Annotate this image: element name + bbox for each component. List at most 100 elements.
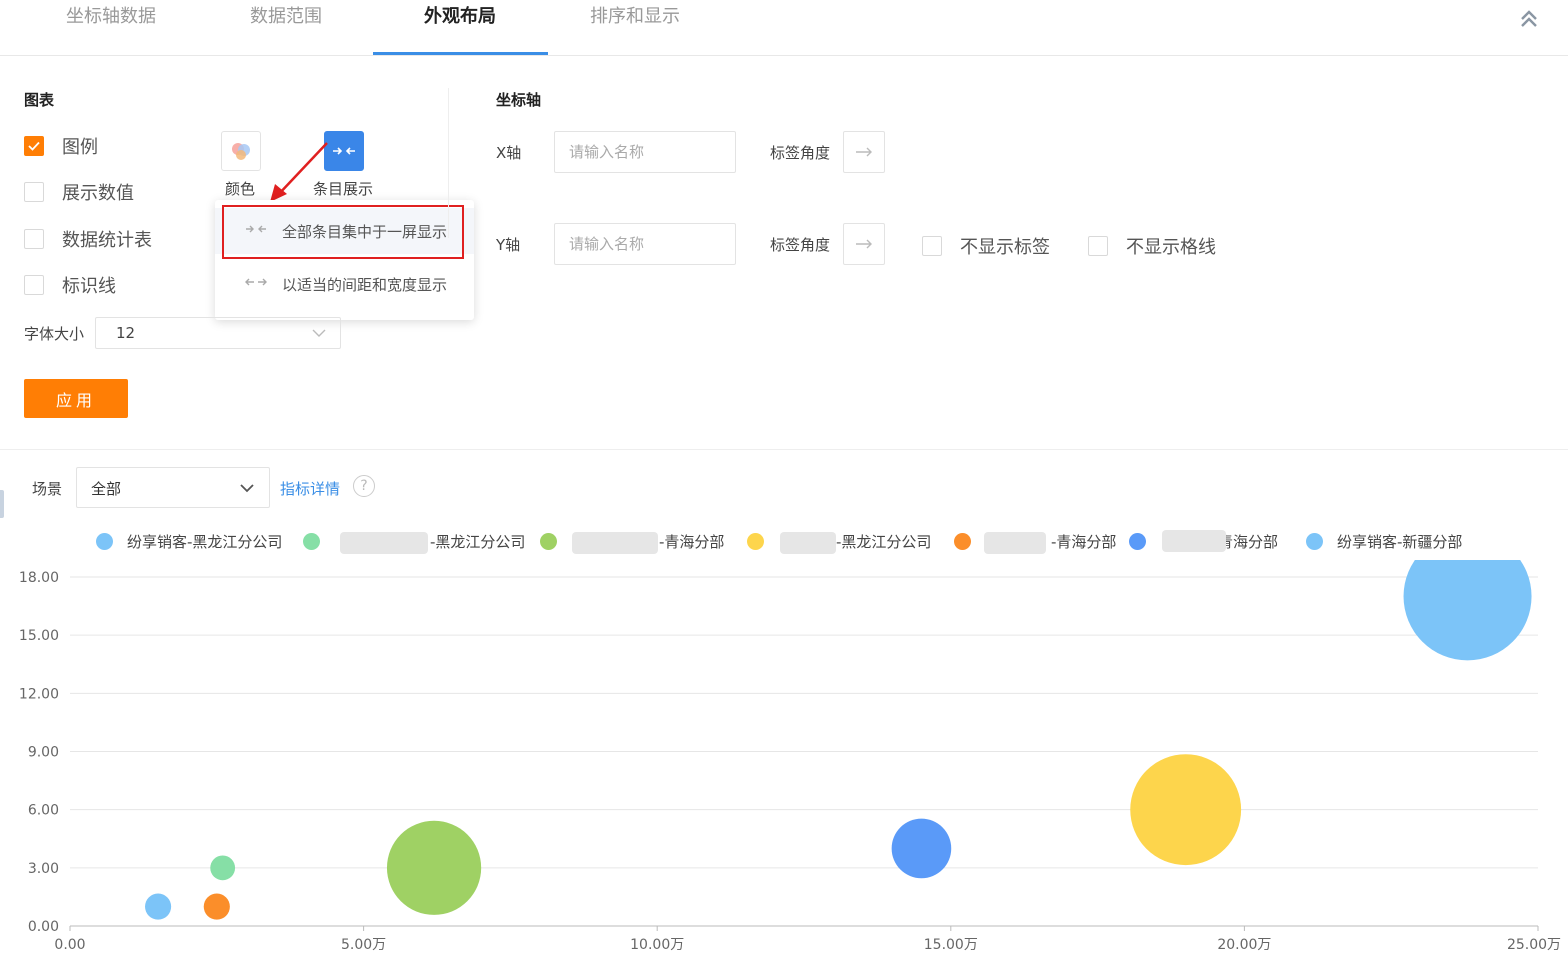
- legend-dot: [96, 533, 113, 550]
- legend-text: 青海分部: [1218, 533, 1279, 551]
- redacted-block: [340, 532, 428, 554]
- redacted-block: [780, 532, 836, 554]
- scene-select[interactable]: 全部: [76, 467, 270, 508]
- tab-sort-display[interactable]: 排序和显示: [590, 2, 680, 28]
- hide-labels-label: 不显示标签: [960, 237, 1050, 258]
- font-size-label: 字体大小: [24, 325, 85, 343]
- show-values-checkbox[interactable]: [24, 182, 44, 202]
- arrow-right-icon: [856, 239, 872, 249]
- metric-details-link[interactable]: 指标详情: [280, 478, 340, 499]
- entry-display-dropdown: 全部条目集中于一屏显示 以适当的间距和宽度显示: [215, 200, 474, 320]
- x-label-angle-label: 标签角度: [770, 144, 831, 162]
- data-stats-table-label: 数据统计表: [62, 230, 152, 251]
- legend-dot: [540, 533, 557, 550]
- y-axis-label: Y轴: [496, 236, 521, 254]
- legend-option-label: 图例: [62, 137, 98, 158]
- dropdown-item-all-one-screen[interactable]: 全部条目集中于一屏显示: [215, 208, 474, 254]
- expand-arrows-icon: [245, 278, 267, 286]
- compress-arrows-icon: [333, 147, 355, 155]
- y-tick-label: 15.00: [19, 628, 59, 644]
- color-palette-icon: [232, 143, 250, 160]
- bubble-chart: 0.00 3.00 6.00 9.00 12.00 15.00 18.00 0.00 5.00万…: [19, 560, 1561, 953]
- legend-dot: [954, 533, 971, 550]
- chevron-down-icon: [312, 329, 326, 337]
- x-tick-label: 10.00万: [630, 937, 684, 953]
- legend-option[interactable]: 图例: [24, 133, 98, 159]
- hide-gridlines-label: 不显示格线: [1126, 237, 1216, 258]
- legend-dot: [1306, 533, 1323, 550]
- legend-checkbox[interactable]: [24, 136, 44, 156]
- help-icon[interactable]: ?: [353, 475, 375, 497]
- tab-appearance-layout[interactable]: 外观布局: [424, 2, 496, 28]
- font-size-value: 12: [116, 324, 136, 342]
- bubble-point[interactable]: [1403, 560, 1532, 661]
- x-tick-label: 0.00: [54, 937, 85, 953]
- hide-gridlines-option[interactable]: 不显示格线: [1088, 233, 1216, 259]
- panel-divider: [448, 88, 449, 238]
- color-button[interactable]: [221, 131, 261, 171]
- side-panel-handle[interactable]: [0, 490, 4, 518]
- tab-axis-data[interactable]: 坐标轴数据: [66, 2, 156, 28]
- arrow-right-icon: [856, 147, 872, 157]
- dropdown-item-proper-spacing[interactable]: 以适当的间距和宽度显示: [215, 261, 474, 307]
- bubble-point[interactable]: [145, 893, 172, 920]
- annotation-arrow-icon: [270, 142, 328, 202]
- y-tick-label: 3.00: [28, 861, 59, 877]
- legend-text: 纷享销客-新疆分部: [1337, 533, 1463, 551]
- legend-text: -黑龙江分公司: [430, 533, 526, 551]
- hide-labels-option[interactable]: 不显示标签: [922, 233, 1050, 259]
- scene-select-value: 全部: [91, 480, 122, 498]
- x-axis-name-input[interactable]: [554, 131, 736, 173]
- show-values-option[interactable]: 展示数值: [24, 179, 134, 205]
- hide-gridlines-checkbox[interactable]: [1088, 236, 1108, 256]
- section-divider: [0, 449, 1568, 450]
- x-tick-label: 20.00万: [1217, 937, 1271, 953]
- color-button-label: 颜色: [225, 180, 256, 198]
- y-tick-label: 6.00: [28, 803, 59, 819]
- chart-section-title: 图表: [24, 91, 55, 109]
- bubble-point[interactable]: [203, 893, 230, 920]
- x-tick-label: 5.00万: [341, 937, 386, 953]
- redacted-block: [572, 532, 658, 554]
- x-label-angle-button[interactable]: [843, 131, 885, 173]
- redacted-block: [1162, 530, 1226, 552]
- collapse-up-icon[interactable]: [1516, 6, 1542, 32]
- x-axis-label: X轴: [496, 144, 522, 162]
- bubble-point[interactable]: [386, 820, 482, 915]
- legend-text: -青海分部: [659, 533, 725, 551]
- legend-text: 纷享销客-黑龙江分公司: [127, 533, 283, 551]
- legend-item[interactable]: 纷享销客-新疆分部: [1306, 531, 1462, 552]
- active-tab-indicator: [373, 52, 548, 55]
- y-label-angle-button[interactable]: [843, 223, 885, 265]
- axis-section-title: 坐标轴: [496, 91, 542, 109]
- legend-item[interactable]: -黑龙江分公司: [747, 531, 931, 552]
- bubble-point[interactable]: [891, 818, 952, 879]
- y-tick-label: 18.00: [19, 570, 59, 586]
- y-label-angle-label: 标签角度: [770, 236, 831, 254]
- y-axis-name-input[interactable]: [554, 223, 736, 265]
- legend-item[interactable]: 纷享销客-黑龙江分公司: [96, 531, 282, 552]
- x-tick-label: 15.00万: [924, 937, 978, 953]
- y-tick-label: 12.00: [19, 686, 59, 702]
- data-stats-table-checkbox[interactable]: [24, 229, 44, 249]
- dropdown-item-label: 全部条目集中于一屏显示: [282, 222, 448, 241]
- legend-text: -黑龙江分公司: [836, 533, 932, 551]
- dropdown-item-label: 以适当的间距和宽度显示: [282, 275, 448, 294]
- hide-labels-checkbox[interactable]: [922, 236, 942, 256]
- marker-line-checkbox[interactable]: [24, 275, 44, 295]
- y-tick-label: 9.00: [28, 745, 59, 761]
- scene-label: 场景: [32, 480, 63, 498]
- x-tick-label: 25.00万: [1507, 937, 1561, 953]
- bubble-point[interactable]: [210, 855, 236, 881]
- legend-text: -青海分部: [1051, 533, 1117, 551]
- compress-arrows-icon: [246, 225, 266, 233]
- bubble-point[interactable]: [1130, 754, 1242, 866]
- show-values-label: 展示数值: [62, 183, 134, 204]
- marker-line-label: 标识线: [62, 276, 116, 297]
- legend-dot: [747, 533, 764, 550]
- font-size-select[interactable]: 12: [95, 317, 341, 349]
- marker-line-option[interactable]: 标识线: [24, 272, 116, 298]
- apply-button[interactable]: 应用: [24, 379, 128, 418]
- data-stats-table-option[interactable]: 数据统计表: [24, 226, 152, 252]
- tab-data-range[interactable]: 数据范围: [250, 2, 322, 28]
